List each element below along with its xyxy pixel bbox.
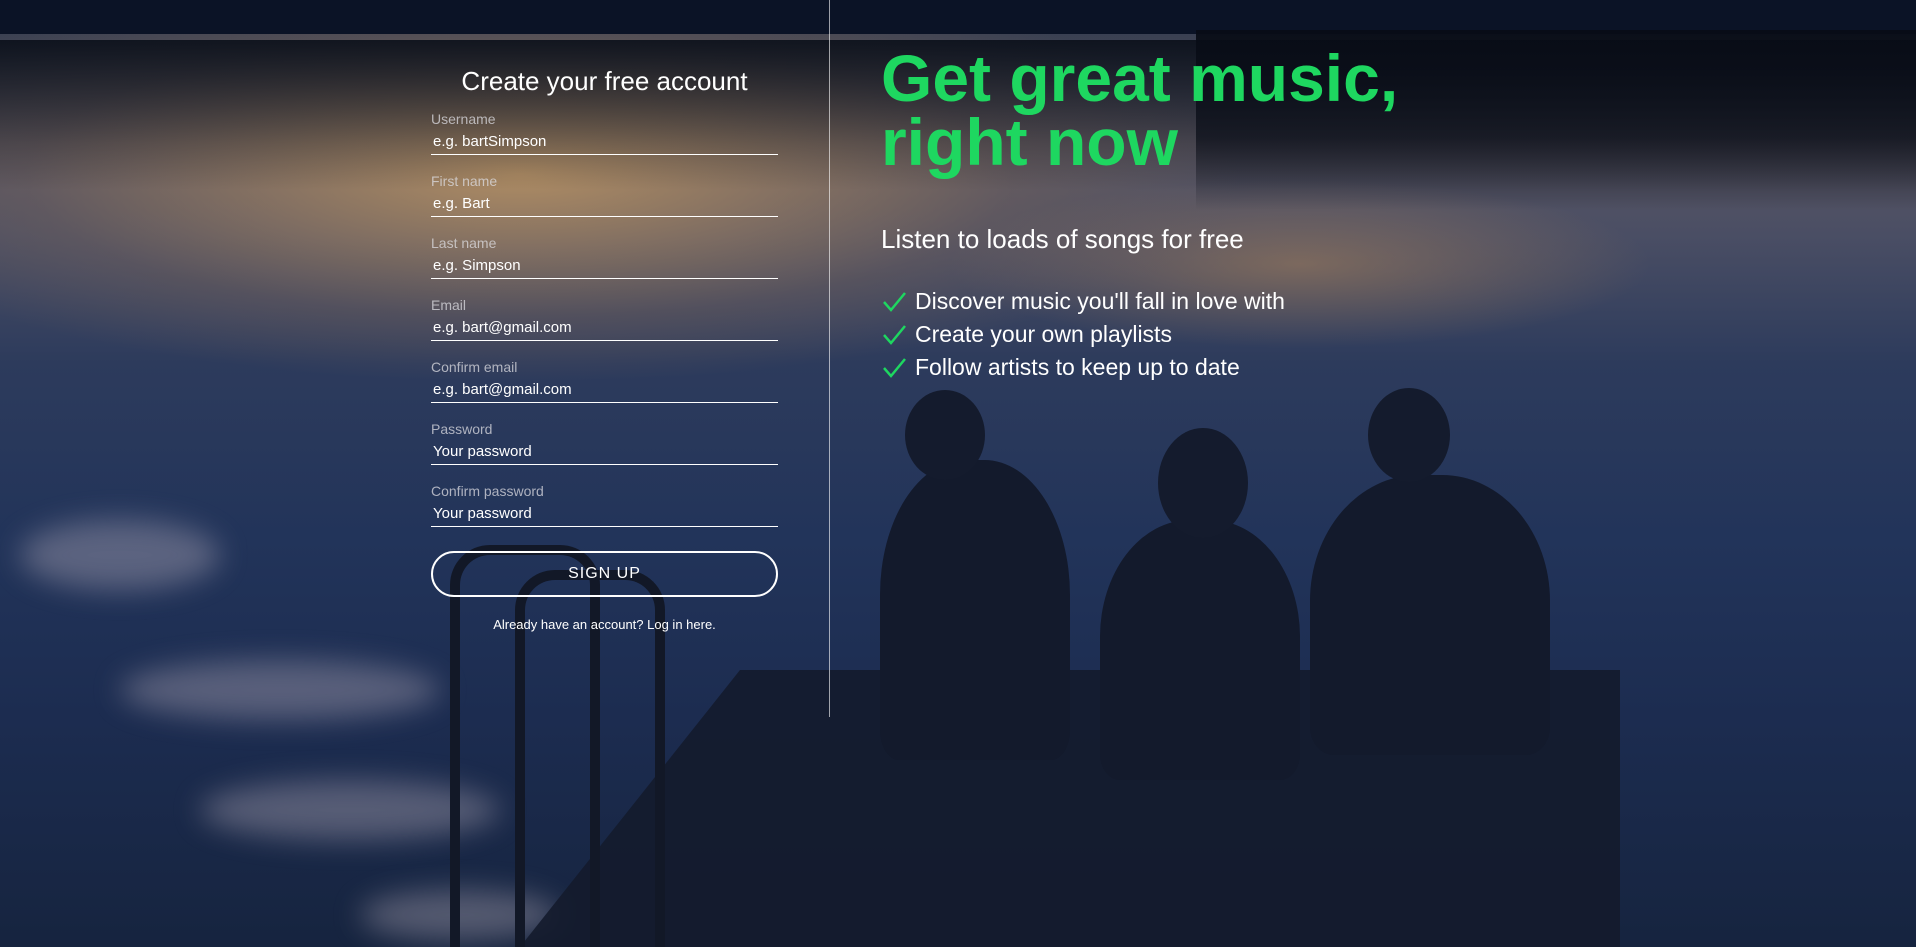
confirm-password-input[interactable] [431, 503, 778, 527]
person-silhouette [1310, 475, 1550, 755]
feature-text: Follow artists to keep up to date [915, 354, 1240, 380]
vertical-divider [829, 0, 830, 717]
feature-text: Create your own playlists [915, 321, 1172, 347]
subheadline: Listen to loads of songs for free [881, 224, 1244, 254]
check-icon [883, 291, 906, 312]
last-name-field-group: Last name [431, 235, 778, 279]
check-icon [883, 324, 906, 345]
person-head [1368, 388, 1450, 482]
check-icon [883, 357, 906, 378]
promo-section: Get great music, right now Listen to loa… [881, 45, 1781, 384]
confirm-email-field-group: Confirm email [431, 359, 778, 403]
username-label: Username [431, 111, 496, 127]
login-prompt: Already have an account? Log in here. [431, 617, 778, 632]
feature-text: Discover music you'll fall in love with [915, 288, 1285, 314]
cloud-reflection [120, 660, 440, 720]
person-silhouette [1100, 520, 1300, 780]
signup-title: Create your free account [461, 66, 748, 96]
person-silhouette [880, 460, 1070, 760]
password-input[interactable] [431, 441, 778, 465]
first-name-input[interactable] [431, 193, 778, 217]
email-input[interactable] [431, 317, 778, 341]
headline-line-1: Get great music, [881, 41, 1399, 115]
person-head [1158, 428, 1248, 538]
username-input[interactable] [431, 131, 778, 155]
password-label: Password [431, 421, 493, 437]
confirm-password-label: Confirm password [431, 483, 544, 499]
feature-item: Discover music you'll fall in love with [881, 285, 1781, 318]
login-link[interactable]: Already have an account? Log in here. [493, 617, 716, 632]
feature-item: Create your own playlists [881, 318, 1781, 351]
confirm-email-label: Confirm email [431, 359, 518, 375]
person-head [905, 390, 985, 480]
email-field-group: Email [431, 297, 778, 341]
feature-item: Follow artists to keep up to date [881, 351, 1781, 384]
cloud-reflection [20, 520, 220, 590]
username-field-group: Username [431, 111, 778, 155]
signup-form: Create your free account Username First … [431, 60, 778, 632]
headline: Get great music, right now [881, 45, 1781, 175]
feature-list: Discover music you'll fall in love with … [881, 285, 1781, 384]
last-name-label: Last name [431, 235, 497, 251]
confirm-email-input[interactable] [431, 379, 778, 403]
first-name-field-group: First name [431, 173, 778, 217]
first-name-label: First name [431, 173, 498, 189]
headline-line-2: right now [881, 105, 1178, 179]
password-field-group: Password [431, 421, 778, 465]
sky [0, 0, 1916, 34]
last-name-input[interactable] [431, 255, 778, 279]
confirm-password-field-group: Confirm password [431, 483, 778, 527]
email-label: Email [431, 297, 467, 313]
sign-up-button[interactable]: SIGN UP [431, 551, 778, 597]
